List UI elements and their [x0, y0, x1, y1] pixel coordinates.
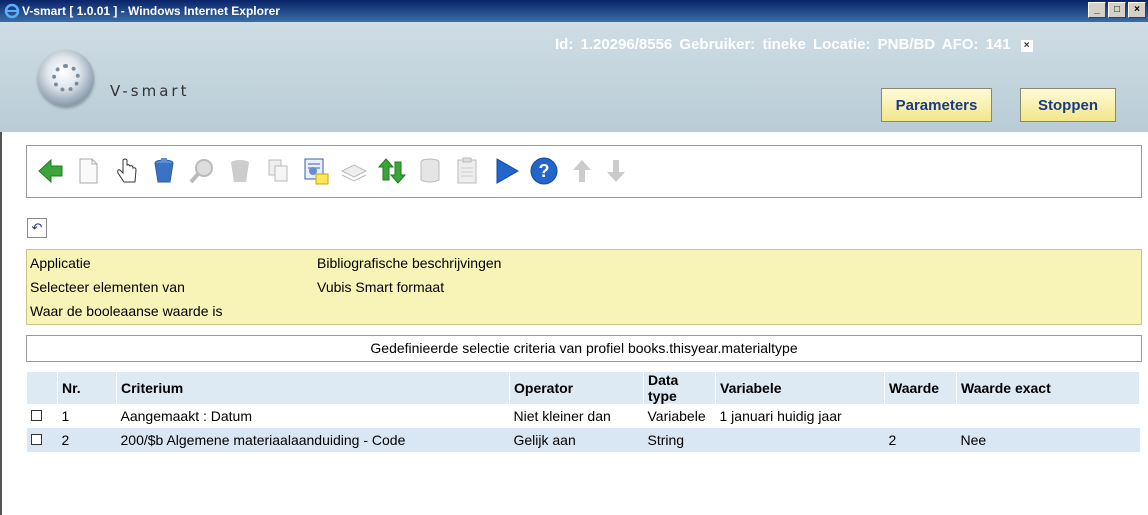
close-session-icon[interactable]: ×: [1020, 40, 1033, 52]
info-label-selecteer: Selecteer elementen van: [30, 279, 185, 295]
info-value-applicatie: Bibliografische beschrijvingen: [317, 255, 502, 271]
criteria-table: Nr. Criterium Operator Data type Variabe…: [27, 372, 1140, 452]
app-header: V-smart Id: 1.20296/8556 Gebruiker: tine…: [0, 22, 1148, 132]
internet-explorer-icon: [4, 3, 20, 19]
back-arrow-icon[interactable]: [33, 154, 67, 188]
info-label-booleaans: Waar de booleaanse waarde is: [30, 303, 223, 319]
maximize-button[interactable]: □: [1108, 2, 1126, 18]
window-title: V-smart [ 1.0.01 ] - Windows Internet Ex…: [22, 4, 280, 18]
table-row[interactable]: 2 200/$b Algemene materiaalaanduiding - …: [27, 428, 1140, 452]
hand-pointer-icon[interactable]: [109, 154, 143, 188]
stoppen-button[interactable]: Stoppen: [1020, 88, 1116, 122]
header-waarde[interactable]: Waarde: [884, 372, 957, 404]
new-document-icon[interactable]: [71, 154, 105, 188]
search-magnifier-icon: [185, 154, 219, 188]
brand-name: V-smart: [110, 82, 190, 100]
table-header-row: Nr. Criterium Operator Data type Variabe…: [27, 372, 1140, 404]
bin-disabled-icon: [223, 154, 257, 188]
header-criterium[interactable]: Criterium: [116, 372, 510, 404]
arrow-down-icon: [599, 154, 633, 188]
cell-waarde: 2: [884, 428, 957, 452]
toolbar: ?: [26, 145, 1142, 198]
settings-document-icon[interactable]: [299, 154, 333, 188]
cell-waarde: [885, 404, 957, 428]
cell-data-type: String: [643, 428, 716, 452]
session-info: Id: 1.20296/8556 Gebruiker: tineke Locat…: [555, 36, 1033, 53]
vsmart-logo: [38, 50, 94, 106]
close-window-button[interactable]: ×: [1128, 2, 1146, 18]
info-label-applicatie: Applicatie: [30, 255, 91, 271]
cell-criterium: 200/$b Algemene materiaalaanduiding - Co…: [116, 428, 510, 452]
cell-variabele: [715, 428, 885, 452]
cell-operator: Niet kleiner dan: [513, 408, 611, 424]
help-icon[interactable]: ?: [527, 154, 561, 188]
table-row[interactable]: 1 Aangemaakt : Datum Niet kleiner dan Va…: [27, 404, 1140, 428]
selection-info-panel: Applicatie Bibliografische beschrijvinge…: [26, 249, 1142, 325]
clipboard-icon: [451, 154, 485, 188]
window-titlebar: V-smart [ 1.0.01 ] - Windows Internet Ex…: [0, 0, 1148, 22]
cell-waarde-exact: [957, 404, 1140, 428]
row-checkbox[interactable]: [31, 410, 42, 421]
database-icon: [413, 154, 447, 188]
delete-bin-icon[interactable]: [147, 154, 181, 188]
header-operator[interactable]: Operator: [509, 372, 644, 404]
play-icon[interactable]: [489, 154, 523, 188]
sort-arrows-icon[interactable]: [375, 154, 409, 188]
cell-waarde-exact: Nee: [956, 428, 1140, 452]
row-checkbox[interactable]: [31, 434, 42, 445]
cell-data-type: Variabele: [647, 408, 706, 424]
minimize-button[interactable]: _: [1088, 2, 1106, 18]
header-variabele[interactable]: Variabele: [715, 372, 885, 404]
cell-nr: 1: [61, 408, 70, 424]
parameters-button[interactable]: Parameters: [881, 88, 992, 122]
arrow-up-icon: [565, 154, 599, 188]
session-info-text: Id: 1.20296/8556 Gebruiker: tineke Locat…: [555, 36, 1011, 53]
cell-criterium: Aangemaakt : Datum: [120, 408, 253, 424]
undo-icon[interactable]: ↶: [27, 218, 47, 238]
cell-variabele: 1 januari huidig jaar: [719, 408, 842, 424]
info-value-selecteer: Vubis Smart formaat: [317, 279, 445, 295]
criteria-section-title: Gedefinieerde selectie criteria van prof…: [26, 335, 1142, 362]
cell-operator: Gelijk aan: [509, 428, 644, 452]
svg-text:?: ?: [539, 161, 550, 181]
book-disabled-icon: [337, 154, 371, 188]
header-data-type[interactable]: Data type: [643, 372, 716, 404]
copy-icon: [261, 154, 295, 188]
header-select: [27, 372, 58, 404]
header-waarde-exact[interactable]: Waarde exact: [956, 372, 1140, 404]
cell-nr: 2: [57, 428, 117, 452]
header-nr[interactable]: Nr.: [57, 372, 117, 404]
